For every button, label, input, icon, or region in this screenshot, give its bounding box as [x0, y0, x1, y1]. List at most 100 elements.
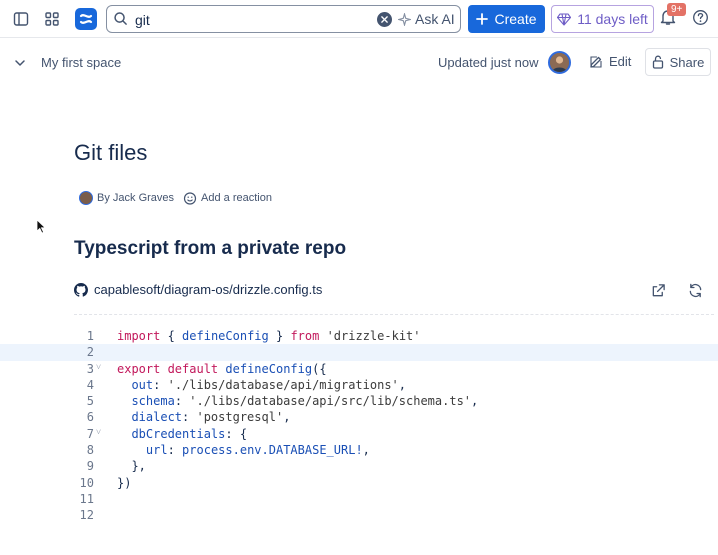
open-external-icon[interactable]: [651, 283, 666, 298]
code-line[interactable]: 4 out: './libs/database/api/migrations',: [74, 377, 718, 393]
line-number: 1: [86, 329, 94, 343]
plus-icon: [476, 13, 489, 25]
code-token: defineConfig: [182, 329, 269, 343]
ask-ai-label: Ask AI: [415, 11, 455, 27]
line-number: 6: [86, 410, 94, 425]
code-text: }): [117, 475, 131, 491]
ask-ai-button[interactable]: Ask AI: [398, 11, 455, 27]
code-token: './libs/database/api/src/lib/schema.ts': [189, 394, 472, 409]
line-number: 10: [79, 475, 94, 490]
code-token: {: [160, 329, 183, 343]
page-header: My first space Updated just now Edit Sha…: [0, 38, 718, 86]
code-token: }: [268, 329, 291, 343]
create-label: Create: [494, 11, 537, 27]
code-token: }): [117, 475, 132, 490]
code-token: : {: [225, 426, 248, 441]
page-title: Git files: [74, 140, 148, 165]
code-line[interactable]: 12: [74, 507, 718, 523]
code-line[interactable]: 2: [0, 344, 718, 361]
code-token: :: [174, 394, 190, 409]
refresh-icon[interactable]: [688, 283, 703, 298]
line-number: 8: [86, 443, 94, 458]
code-token: },: [117, 459, 146, 474]
code-text: out: './libs/database/api/migrations',: [117, 377, 406, 393]
code-line[interactable]: 11: [74, 491, 718, 507]
add-reaction-label: Add a reaction: [201, 192, 272, 204]
app-switcher-icon[interactable]: [41, 8, 63, 30]
repo-link[interactable]: capablesoft/diagram-os/drizzle.config.ts: [74, 282, 322, 297]
author-name[interactable]: By Jack Graves: [97, 192, 174, 204]
code-line[interactable]: 6 dialect: 'postgresql',: [74, 409, 718, 425]
create-button[interactable]: Create: [468, 5, 545, 33]
search-icon: [114, 12, 127, 25]
code-token: schema: [131, 394, 175, 409]
code-line[interactable]: 9 },: [74, 458, 718, 474]
gem-icon: [557, 12, 572, 26]
sidebar-toggle-icon[interactable]: [10, 8, 32, 30]
ai-sparkle-icon: [398, 12, 411, 26]
code-token: :: [167, 443, 183, 458]
code-line[interactable]: 3 ˅ export default defineConfig({: [74, 361, 718, 377]
repo-path: capablesoft/diagram-os/drizzle.config.ts: [94, 282, 323, 297]
code-text: dbCredentials: {: [117, 426, 247, 442]
code-token: dbCredentials: [131, 426, 226, 441]
trial-label: 11 days left: [577, 11, 648, 27]
line-number: 4: [86, 377, 94, 392]
line-number: 7: [86, 426, 94, 441]
share-button[interactable]: Share: [645, 48, 711, 76]
add-reaction-button[interactable]: Add a reaction: [183, 191, 272, 205]
search-query-text: git: [135, 12, 150, 28]
code-text: import { defineConfig } from 'drizzle-ki…: [117, 328, 421, 344]
emoji-add-icon: [183, 192, 197, 205]
pencil-icon: [590, 55, 602, 68]
fold-chevron-icon[interactable]: ˅: [96, 360, 101, 376]
fold-chevron-icon[interactable]: ˅: [96, 425, 101, 441]
help-icon[interactable]: [692, 9, 709, 31]
line-number: 5: [86, 394, 94, 409]
code-token: defineConfig: [225, 361, 313, 376]
code-token: ({: [312, 361, 327, 376]
line-number: 12: [79, 508, 94, 523]
code-token: dialect: [131, 410, 183, 425]
code-line[interactable]: 10}): [74, 475, 718, 491]
clear-search-icon[interactable]: [377, 12, 392, 27]
code-text: export default defineConfig({: [117, 361, 327, 377]
search-input[interactable]: git Ask AI: [106, 5, 461, 33]
avatar[interactable]: [548, 51, 571, 74]
trial-button[interactable]: 11 days left: [551, 5, 654, 33]
code-line[interactable]: 5 schema: './libs/database/api/src/lib/s…: [74, 393, 718, 409]
code-text: },: [117, 458, 146, 474]
mouse-cursor-icon: [36, 219, 46, 234]
byline: By Jack Graves Add a reaction: [79, 191, 272, 205]
code-token: :: [182, 410, 197, 425]
confluence-logo-icon[interactable]: [75, 8, 97, 30]
code-token: url: [145, 443, 168, 458]
line-number: 2: [86, 345, 94, 360]
code-token: 'drizzle-kit': [326, 329, 421, 343]
updated-status: Updated just now: [438, 55, 539, 70]
code-text: schema: './libs/database/api/src/lib/sch…: [117, 393, 478, 409]
chevron-down-icon[interactable]: [14, 58, 26, 68]
code-line[interactable]: 8 url: process.env.DATABASE_URL!,: [74, 442, 718, 458]
line-number: 3: [86, 361, 94, 376]
author-avatar[interactable]: [79, 191, 93, 205]
code-line[interactable]: 1 import { defineConfig } from 'drizzle-k…: [74, 328, 718, 344]
code-token: ,: [398, 377, 407, 392]
code-token: import: [117, 329, 161, 343]
code-block[interactable]: 1 import { defineConfig } from 'drizzle-k…: [0, 328, 718, 524]
code-token: ,: [283, 410, 291, 425]
code-token: :: [153, 377, 168, 392]
code-token: process.env.DATABASE_URL!: [182, 443, 363, 458]
lock-icon: [652, 55, 663, 69]
line-number: 11: [79, 491, 94, 506]
code-text: dialect: 'postgresql',: [117, 409, 290, 425]
edit-button[interactable]: Edit: [589, 54, 631, 69]
code-token: export default: [117, 361, 219, 376]
space-breadcrumb[interactable]: My first space: [41, 55, 121, 70]
code-line[interactable]: 7 ˅ dbCredentials: {: [74, 426, 718, 442]
divider: [74, 314, 714, 315]
